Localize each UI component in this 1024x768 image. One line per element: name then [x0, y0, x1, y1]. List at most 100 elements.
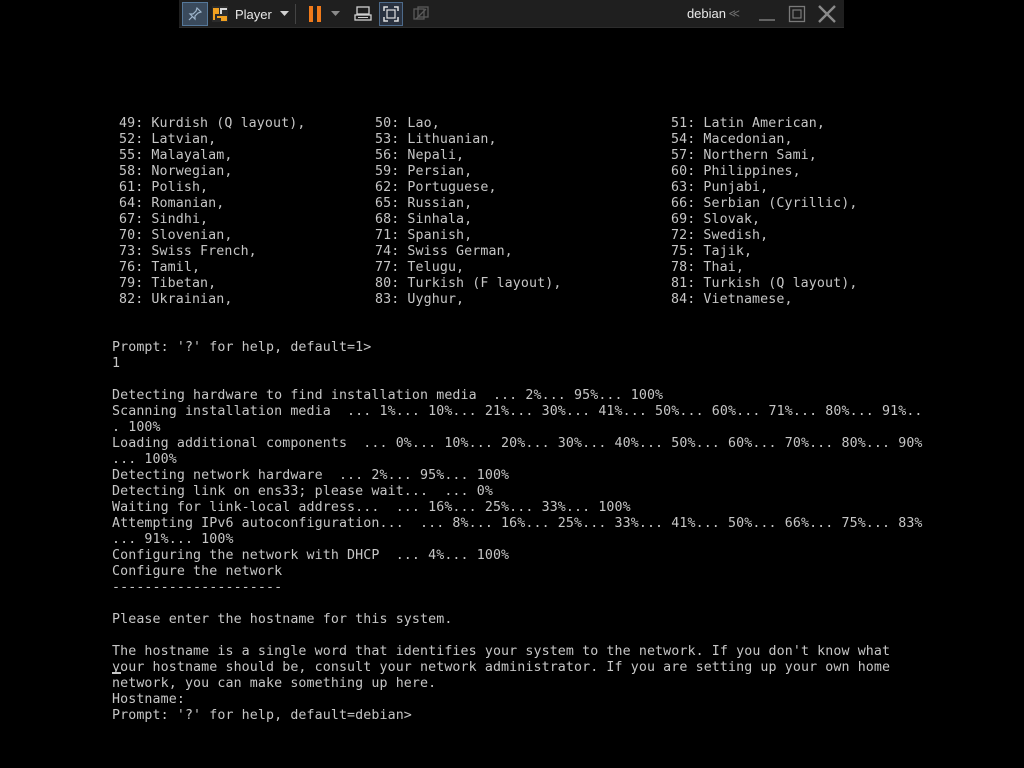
fullscreen-button[interactable]: [379, 2, 403, 26]
pause-icon: [308, 5, 322, 23]
keymap-option: 84: Vietnamese,: [671, 292, 793, 307]
console-line: Loading additional components ... 0%... …: [112, 436, 923, 451]
keymap-option: 59: Persian,: [375, 164, 473, 179]
keymap-list: 49: Kurdish (Q layout), 50: Lao, 51: Latin…: [112, 116, 972, 308]
keymap-option: 54: Macedonian,: [671, 132, 793, 147]
keymap-row: 79: Tibetan, 80: Turkish (F layout), 81: T…: [112, 276, 972, 292]
console-line: ---------------------: [112, 580, 283, 595]
console-line: Configuring the network with DHCP ... 4%…: [112, 548, 510, 563]
console-line: Configure the network: [112, 564, 283, 579]
console-output: Prompt: '?' for help, default=1> 1 Detecti…: [112, 340, 972, 724]
keymap-row: 52: Latvian, 53: Lithuanian, 54: Macedonia…: [112, 132, 972, 148]
console-line: Detecting link on ens33; please wait... …: [112, 484, 493, 499]
caret-down-icon: [330, 11, 340, 17]
installer-console: 49: Kurdish (Q layout), 50: Lao, 51: Latin…: [112, 84, 972, 740]
keymap-option: 70: Slovenian,: [119, 228, 233, 243]
keymap-option: 57: Northern Sami,: [671, 148, 817, 163]
keymap-option: 68: Sinhala,: [375, 212, 473, 227]
send-ctrl-alt-del-button[interactable]: [351, 2, 375, 26]
keymap-option: 52: Latvian,: [119, 132, 217, 147]
console-line: your hostname should be, consult your ne…: [112, 660, 891, 675]
keymap-option: 64: Romanian,: [119, 196, 225, 211]
console-line: Detecting network hardware ... 2%... 95%…: [112, 468, 510, 483]
toolbar-separator: [295, 4, 296, 24]
keymap-row: 58: Norwegian, 59: Persian, 60: Philippine…: [112, 164, 972, 180]
keymap-option: 56: Nepali,: [375, 148, 465, 163]
fullscreen-icon: [383, 6, 399, 22]
unity-icon: [413, 6, 429, 22]
keymap-option: 51: Latin American,: [671, 116, 826, 131]
console-line: network, you can make something up here.: [112, 676, 437, 691]
keymap-option: 73: Swiss French,: [119, 244, 257, 259]
keymap-option: 69: Slovak,: [671, 212, 761, 227]
minimize-button[interactable]: [756, 2, 778, 26]
keymap-row: 76: Tamil, 77: Telugu, 78: Thai,: [112, 260, 972, 276]
pause-button[interactable]: [304, 2, 326, 26]
collapse-toolbar-chevron[interactable]: ≪: [728, 7, 740, 20]
keymap-option: 53: Lithuanian,: [375, 132, 497, 147]
keymap-option: 83: Uyghur,: [375, 292, 465, 307]
keymap-row: 61: Polish, 62: Portuguese, 63: Punjabi,: [112, 180, 972, 196]
console-line: Prompt: '?' for help, default=debian>: [112, 708, 412, 723]
keymap-option: 63: Punjabi,: [671, 180, 769, 195]
keymap-option: 79: Tibetan,: [119, 276, 217, 291]
keymap-option: 67: Sindhi,: [119, 212, 209, 227]
console-line: 1: [112, 356, 121, 371]
keymap-row: 67: Sindhi, 68: Sinhala, 69: Slovak,: [112, 212, 972, 228]
keymap-option: 58: Norwegian,: [119, 164, 233, 179]
player-logo-icon: [211, 5, 229, 23]
pin-icon: [188, 7, 202, 21]
pin-toolbar-button[interactable]: [182, 2, 208, 26]
vmware-player-toolbar: Player debian ≪: [179, 0, 844, 28]
console-line: Waiting for link-local address... ... 16…: [112, 500, 631, 515]
close-button[interactable]: [816, 2, 838, 26]
unity-mode-button[interactable]: [409, 2, 433, 26]
console-line: ... 100%: [112, 452, 177, 467]
keymap-row: 64: Romanian, 65: Russian, 66: Serbian (Cy…: [112, 196, 972, 212]
caret-down-icon: [279, 11, 289, 17]
keymap-row: 73: Swiss French, 74: Swiss German, 75: Ta…: [112, 244, 972, 260]
player-menu-label: Player: [235, 6, 272, 22]
console-line: The hostname is a single word that ident…: [112, 644, 891, 659]
keymap-option: 60: Philippines,: [671, 164, 801, 179]
keymap-option: 78: Thai,: [671, 260, 744, 275]
console-line: Hostname:: [112, 692, 185, 707]
console-line: . 100%: [112, 420, 161, 435]
keymap-option: 55: Malayalam,: [119, 148, 233, 163]
keymap-option: 61: Polish,: [119, 180, 209, 195]
keymap-option: 75: Tajik,: [671, 244, 753, 259]
console-line: Scanning installation media ... 1%... 10…: [112, 404, 923, 419]
power-options-dropdown[interactable]: [329, 2, 341, 26]
player-menu-button[interactable]: Player: [211, 2, 289, 26]
close-icon: [817, 4, 837, 24]
vm-name-label: debian: [686, 6, 726, 21]
keymap-option: 74: Swiss German,: [375, 244, 513, 259]
keymap-option: 50: Lao,: [375, 116, 440, 131]
keymap-option: 82: Ukrainian,: [119, 292, 233, 307]
keymap-row: 82: Ukrainian, 83: Uyghur, 84: Vietnamese,: [112, 292, 972, 308]
restore-button[interactable]: [786, 2, 808, 26]
keymap-option: 71: Spanish,: [375, 228, 473, 243]
keymap-option: 80: Turkish (F layout),: [375, 276, 562, 291]
keymap-option: 81: Turkish (Q layout),: [671, 276, 858, 291]
console-line: Prompt: '?' for help, default=1>: [112, 340, 372, 355]
keymap-option: 72: Swedish,: [671, 228, 769, 243]
console-line: Attempting IPv6 autoconfiguration... ...…: [112, 516, 923, 531]
keymap-option: 49: Kurdish (Q layout),: [119, 116, 306, 131]
keymap-row: 55: Malayalam, 56: Nepali, 57: Northern Sa…: [112, 148, 972, 164]
keymap-option: 65: Russian,: [375, 196, 473, 211]
console-line: ... 91%... 100%: [112, 532, 234, 547]
console-line: Please enter the hostname for this syste…: [112, 612, 453, 627]
restore-icon: [788, 5, 806, 23]
keymap-option: 77: Telugu,: [375, 260, 465, 275]
keymap-option: 76: Tamil,: [119, 260, 201, 275]
keymap-row: 70: Slovenian, 71: Spanish, 72: Swedish,: [112, 228, 972, 244]
keymap-option: 66: Serbian (Cyrillic),: [671, 196, 858, 211]
minimize-icon: [758, 6, 776, 22]
keymap-row: 49: Kurdish (Q layout), 50: Lao, 51: Latin…: [112, 116, 972, 132]
keymap-option: 62: Portuguese,: [375, 180, 497, 195]
text-cursor[interactable]: [112, 672, 121, 674]
